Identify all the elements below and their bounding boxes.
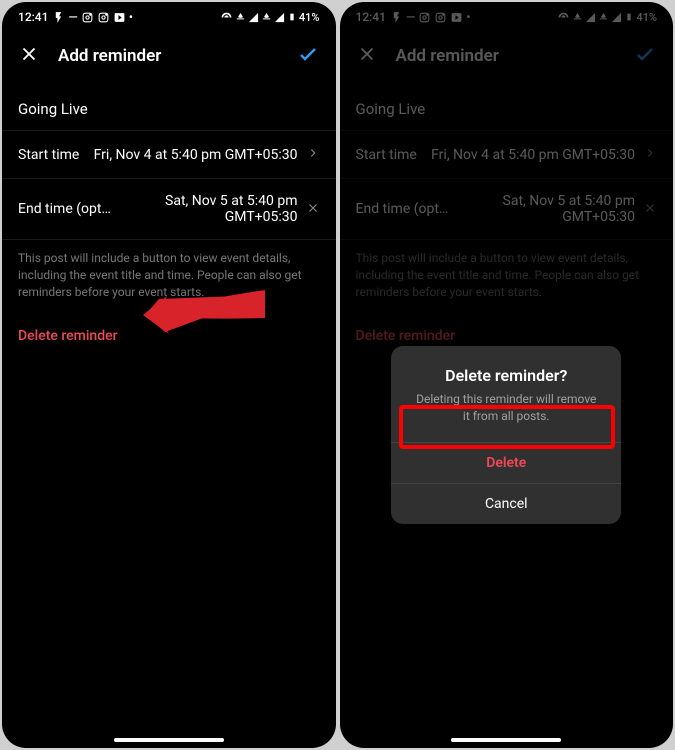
start-time-label: Start time	[356, 147, 417, 163]
start-time-value: Fri, Nov 4 at 5:40 pm GMT+05:30	[425, 147, 635, 163]
status-battery: 41%	[299, 11, 320, 24]
info-text: This post will include a button to view …	[2, 240, 336, 310]
chevron-right-icon	[643, 145, 657, 164]
start-time-row: Start time Fri, Nov 4 at 5:40 pm GMT+05:…	[340, 131, 674, 179]
status-right-icons: 41%	[557, 10, 657, 24]
end-time-label: End time (opti…	[18, 201, 113, 217]
close-icon[interactable]	[18, 43, 40, 69]
start-time-value: Fri, Nov 4 at 5:40 pm GMT+05:30	[87, 147, 297, 163]
home-indicator[interactable]	[114, 738, 224, 742]
close-icon	[356, 43, 378, 69]
phone-right: 12:41 — • 41% Add reminder	[340, 2, 674, 748]
delete-reminder-link[interactable]: Delete reminder	[2, 310, 336, 362]
status-right-icons: 41%	[220, 10, 320, 24]
header-title: Add reminder	[396, 46, 616, 66]
delete-confirm-dialog: Delete reminder? Deleting this reminder …	[391, 346, 621, 525]
header: Add reminder	[2, 28, 336, 84]
dialog-delete-button[interactable]: Delete	[391, 442, 621, 483]
home-indicator[interactable]	[451, 738, 561, 742]
confirm-icon[interactable]	[296, 42, 320, 70]
dialog-body: Deleting this reminder will remove it fr…	[391, 391, 621, 443]
start-time-row[interactable]: Start time Fri, Nov 4 at 5:40 pm GMT+05:…	[2, 131, 336, 179]
status-left-icons: — •	[52, 10, 132, 24]
end-time-row: End time (opti… Sat, Nov 5 at 5:40 pm GM…	[340, 179, 674, 240]
phone-left: 12:41 — • 41% Add reminder	[2, 2, 336, 748]
chevron-right-icon	[306, 145, 320, 164]
end-time-label: End time (opti…	[356, 201, 451, 217]
dialog-cancel-button[interactable]: Cancel	[391, 483, 621, 524]
clear-end-time-icon	[643, 200, 657, 219]
end-time-value: Sat, Nov 5 at 5:40 pm GMT+05:30	[459, 193, 636, 225]
event-name-field[interactable]: Going Live	[2, 84, 336, 131]
status-time: 12:41	[18, 10, 48, 24]
start-time-label: Start time	[18, 147, 79, 163]
status-time: 12:41	[356, 10, 386, 24]
dialog-title: Delete reminder?	[391, 346, 621, 391]
header: Add reminder	[340, 28, 674, 84]
clear-end-time-icon[interactable]	[306, 200, 320, 219]
confirm-icon	[633, 42, 657, 70]
status-bar: 12:41 — • 41%	[340, 2, 674, 28]
status-bar: 12:41 — • 41%	[2, 2, 336, 28]
status-left-icons: — •	[390, 10, 470, 24]
header-title: Add reminder	[58, 46, 278, 66]
info-text: This post will include a button to view …	[340, 240, 674, 310]
status-battery: 41%	[636, 11, 657, 24]
event-name-field: Going Live	[340, 84, 674, 131]
end-time-value: Sat, Nov 5 at 5:40 pm GMT+05:30	[121, 193, 298, 225]
end-time-row[interactable]: End time (opti… Sat, Nov 5 at 5:40 pm GM…	[2, 179, 336, 240]
